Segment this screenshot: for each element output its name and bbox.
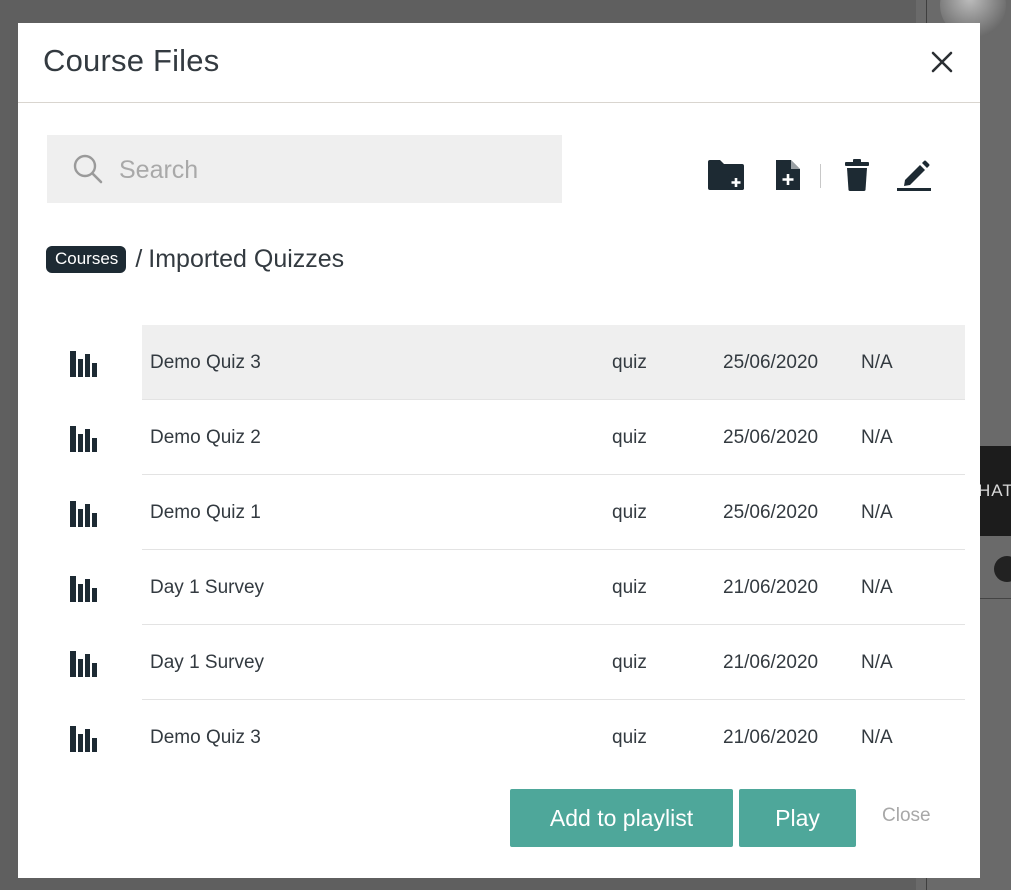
file-row[interactable]: Demo Quiz 3 quiz 25/06/2020 N/A	[18, 325, 980, 400]
file-date: 21/06/2020	[723, 652, 819, 673]
file-name: Demo Quiz 2	[150, 427, 261, 448]
file-date: 25/06/2020	[723, 352, 819, 373]
course-files-modal: Course Files Search Courses / Imported Q…	[18, 23, 980, 878]
row-highlight	[142, 625, 965, 700]
row-highlight	[142, 700, 965, 775]
quiz-chart-icon	[70, 651, 104, 682]
file-size: N/A	[861, 577, 893, 598]
search-box	[47, 135, 562, 205]
file-date: 21/06/2020	[723, 577, 819, 598]
breadcrumb-current: Imported Quizzes	[148, 244, 345, 273]
new-folder-icon[interactable]	[706, 158, 746, 197]
row-highlight	[142, 475, 965, 550]
modal-footer: Add to playlist Play Close	[18, 789, 980, 847]
file-row[interactable]: Demo Quiz 1 quiz 25/06/2020 N/A	[18, 475, 980, 550]
quiz-chart-icon	[70, 576, 104, 607]
close-icon[interactable]	[927, 47, 957, 77]
search-icon	[72, 153, 104, 190]
file-name: Demo Quiz 1	[150, 502, 261, 523]
file-row[interactable]: Demo Quiz 3 quiz 21/06/2020 N/A	[18, 700, 980, 775]
new-file-icon[interactable]	[773, 158, 803, 197]
file-type: quiz	[612, 652, 647, 673]
add-to-playlist-button[interactable]: Add to playlist	[510, 789, 733, 847]
toolbar-separator	[820, 164, 821, 188]
file-size: N/A	[861, 427, 893, 448]
modal-title: Course Files	[43, 43, 220, 78]
file-date: 21/06/2020	[723, 727, 819, 748]
quiz-chart-icon	[70, 726, 104, 757]
file-name: Day 1 Survey	[150, 577, 265, 598]
file-type: quiz	[612, 352, 647, 373]
file-row[interactable]: Demo Quiz 2 quiz 25/06/2020 N/A	[18, 400, 980, 475]
file-size: N/A	[861, 727, 893, 748]
file-type: quiz	[612, 427, 647, 448]
breadcrumb: Courses / Imported Quizzes	[46, 239, 344, 279]
file-row[interactable]: Day 1 Survey quiz 21/06/2020 N/A	[18, 550, 980, 625]
file-size: N/A	[861, 352, 893, 373]
play-button[interactable]: Play	[739, 789, 856, 847]
file-type: quiz	[612, 727, 647, 748]
breadcrumb-root[interactable]: Courses	[46, 245, 127, 273]
edit-icon[interactable]	[896, 158, 932, 197]
quiz-chart-icon	[70, 501, 104, 532]
row-highlight	[142, 550, 965, 625]
row-highlight	[142, 400, 965, 475]
modal-header: Course Files	[18, 23, 980, 103]
close-link[interactable]: Close	[882, 805, 931, 827]
file-list: Demo Quiz 3 quiz 25/06/2020 N/A Demo Qui…	[18, 325, 980, 775]
file-type: quiz	[612, 502, 647, 523]
file-date: 25/06/2020	[723, 427, 819, 448]
file-name: Demo Quiz 3	[150, 727, 261, 748]
file-size: N/A	[861, 652, 893, 673]
file-type: quiz	[612, 577, 647, 598]
breadcrumb-separator: /	[135, 244, 143, 273]
chat-tab-label: HAT	[978, 481, 1011, 500]
quiz-chart-icon	[70, 351, 104, 382]
file-row[interactable]: Day 1 Survey quiz 21/06/2020 N/A	[18, 625, 980, 700]
file-name: Demo Quiz 3	[150, 352, 261, 373]
delete-icon[interactable]	[844, 158, 870, 197]
search-input[interactable]	[117, 135, 551, 205]
file-name: Day 1 Survey	[150, 652, 265, 673]
file-date: 25/06/2020	[723, 502, 819, 523]
quiz-chart-icon	[70, 426, 104, 457]
row-highlight	[142, 325, 965, 400]
file-size: N/A	[861, 502, 893, 523]
